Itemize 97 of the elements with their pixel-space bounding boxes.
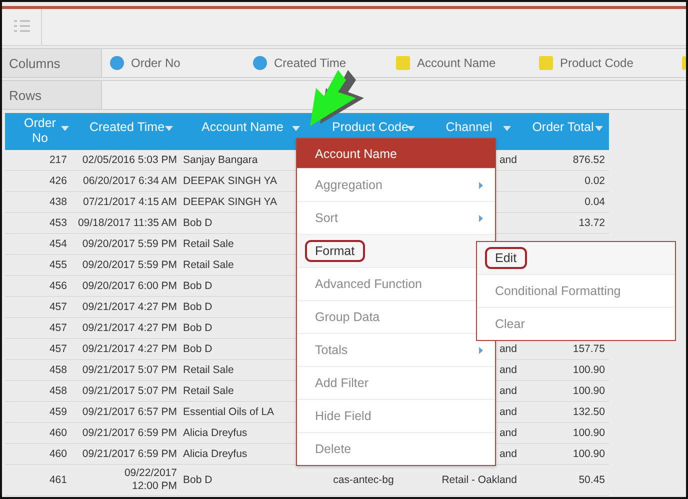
menu-item[interactable]: Format bbox=[305, 240, 365, 262]
table-cell: 461 bbox=[49, 474, 67, 486]
table-cell: 460 bbox=[49, 427, 67, 439]
table-cell: 09/20/2017 5:59 PM bbox=[82, 238, 177, 250]
table-cell: Essential Oils of LA bbox=[183, 406, 274, 418]
table-cell: Retail - Oakland bbox=[442, 474, 517, 486]
table-cell: Retail Sale bbox=[183, 364, 234, 376]
table-cell: 876.52 bbox=[572, 154, 605, 166]
table-cell: 460 bbox=[49, 448, 67, 460]
table-cell: 09/20/2017 6:00 PM bbox=[82, 280, 177, 292]
table-cell: DEEPAK SINGH YA bbox=[183, 196, 277, 208]
table-cell: 426 bbox=[49, 175, 67, 187]
table-cell: 09/21/2017 6:59 PM bbox=[82, 448, 177, 460]
menu-title: Account Name bbox=[297, 139, 495, 168]
menu-item[interactable]: Clear bbox=[485, 313, 535, 335]
column-header[interactable]: Order No bbox=[5, 113, 75, 150]
field-chip[interactable]: Created Time bbox=[274, 56, 346, 70]
table-cell: Bob D bbox=[183, 322, 212, 334]
table-cell: 458 bbox=[49, 385, 67, 397]
table-cell: Bob D bbox=[183, 301, 212, 313]
table-cell: 459 bbox=[49, 406, 67, 418]
table-cell: Alicia Dreyfus bbox=[183, 448, 248, 460]
table-cell: 455 bbox=[49, 259, 67, 271]
table-cell: 100.90 bbox=[572, 385, 605, 397]
table-cell: Alicia Dreyfus bbox=[183, 427, 248, 439]
table-cell: 456 bbox=[49, 280, 67, 292]
table-cell: Retail Sale bbox=[183, 385, 234, 397]
table-cell: Retail Sale bbox=[183, 259, 234, 271]
table-cell: 09/21/2017 4:27 PM bbox=[82, 301, 177, 313]
menu-item[interactable]: Delete bbox=[305, 438, 362, 460]
table-cell: DEEPAK SINGH YA bbox=[183, 175, 277, 187]
column-header[interactable]: Created Time bbox=[75, 113, 179, 150]
table-cell: 06/20/2017 6:34 AM bbox=[83, 175, 177, 187]
table-cell: 0.04 bbox=[584, 196, 605, 208]
table-cell: 09/21/2017 4:27 PM bbox=[82, 322, 177, 334]
table-cell: and bbox=[499, 448, 517, 460]
table-cell: and bbox=[499, 385, 517, 397]
menu-item[interactable]: Conditional Formatting bbox=[485, 280, 631, 302]
table-cell: 02/05/2016 5:03 PM bbox=[82, 154, 177, 166]
columns-label: Columns bbox=[2, 49, 102, 77]
table-cell: 09/21/2017 4:27 PM bbox=[82, 343, 177, 355]
rows-label: Rows bbox=[2, 81, 102, 109]
menu-item[interactable]: Group Data bbox=[305, 306, 390, 328]
column-header[interactable]: Account Name bbox=[179, 113, 306, 150]
menu-item[interactable]: Add Filter bbox=[305, 372, 378, 394]
table-cell: 09/21/2017 5:07 PM bbox=[82, 385, 177, 397]
table-cell: 100.90 bbox=[572, 448, 605, 460]
caret-icon bbox=[292, 126, 300, 131]
field-chip[interactable]: Order No bbox=[131, 56, 180, 70]
table-cell: 457 bbox=[49, 322, 67, 334]
table-cell: 454 bbox=[49, 238, 67, 250]
menu-item[interactable]: Edit bbox=[485, 247, 527, 269]
table-cell: 07/21/2017 4:15 AM bbox=[83, 196, 177, 208]
menu-item[interactable]: Sort bbox=[305, 207, 348, 229]
table-cell: 100.90 bbox=[572, 364, 605, 376]
menu-item[interactable]: Hide Field bbox=[305, 405, 382, 427]
table-cell: Sanjay Bangara bbox=[183, 154, 258, 166]
table-cell: 0.02 bbox=[584, 175, 605, 187]
caret-icon bbox=[165, 126, 173, 131]
table-cell: and bbox=[499, 154, 517, 166]
table-cell: and bbox=[499, 427, 517, 439]
table-cell: 13.72 bbox=[578, 217, 605, 229]
table-cell: 09/18/2017 11:35 AM bbox=[78, 217, 177, 229]
caret-icon bbox=[595, 126, 603, 131]
table-cell: 457 bbox=[49, 343, 67, 355]
table-cell: Retail Sale bbox=[183, 238, 234, 250]
table-cell: 457 bbox=[49, 301, 67, 313]
table-cell: 438 bbox=[49, 196, 67, 208]
table-cell: and bbox=[499, 406, 517, 418]
caret-icon bbox=[503, 126, 511, 131]
caret-icon bbox=[61, 126, 69, 131]
table-cell: 132.50 bbox=[572, 406, 605, 418]
table-cell: and bbox=[499, 343, 517, 355]
table-cell: Bob D bbox=[183, 343, 212, 355]
table-cell: 09/21/2017 6:59 PM bbox=[82, 427, 177, 439]
menu-item[interactable]: Totals bbox=[305, 339, 358, 361]
table-cell: 09/20/2017 5:59 PM bbox=[82, 259, 177, 271]
menu-item[interactable]: Advanced Function bbox=[305, 273, 432, 295]
field-chip[interactable]: Product Code bbox=[560, 56, 634, 70]
table-cell: and bbox=[499, 364, 517, 376]
table-cell: 157.75 bbox=[572, 343, 605, 355]
table-cell: 217 bbox=[49, 154, 67, 166]
table-cell: 453 bbox=[49, 217, 67, 229]
column-header[interactable]: Order Total bbox=[517, 113, 609, 150]
table-cell-text: 09/22/2017 12:00 PM bbox=[123, 467, 177, 493]
table-cell: 458 bbox=[49, 364, 67, 376]
table-cell: Bob D bbox=[183, 217, 212, 229]
table-cell: 100.90 bbox=[572, 427, 605, 439]
table-cell: 50.45 bbox=[578, 474, 605, 486]
table-cell: Bob D bbox=[183, 474, 212, 486]
table-cell: Bob D bbox=[183, 280, 212, 292]
menu-item[interactable]: Aggregation bbox=[305, 174, 392, 196]
field-chip[interactable]: Account Name bbox=[417, 56, 496, 70]
table-cell: 09/21/2017 6:57 PM bbox=[82, 406, 177, 418]
table-cell: cas-antec-bg bbox=[333, 474, 394, 486]
table-cell: 09/21/2017 5:07 PM bbox=[82, 364, 177, 376]
caret-icon bbox=[407, 126, 415, 131]
